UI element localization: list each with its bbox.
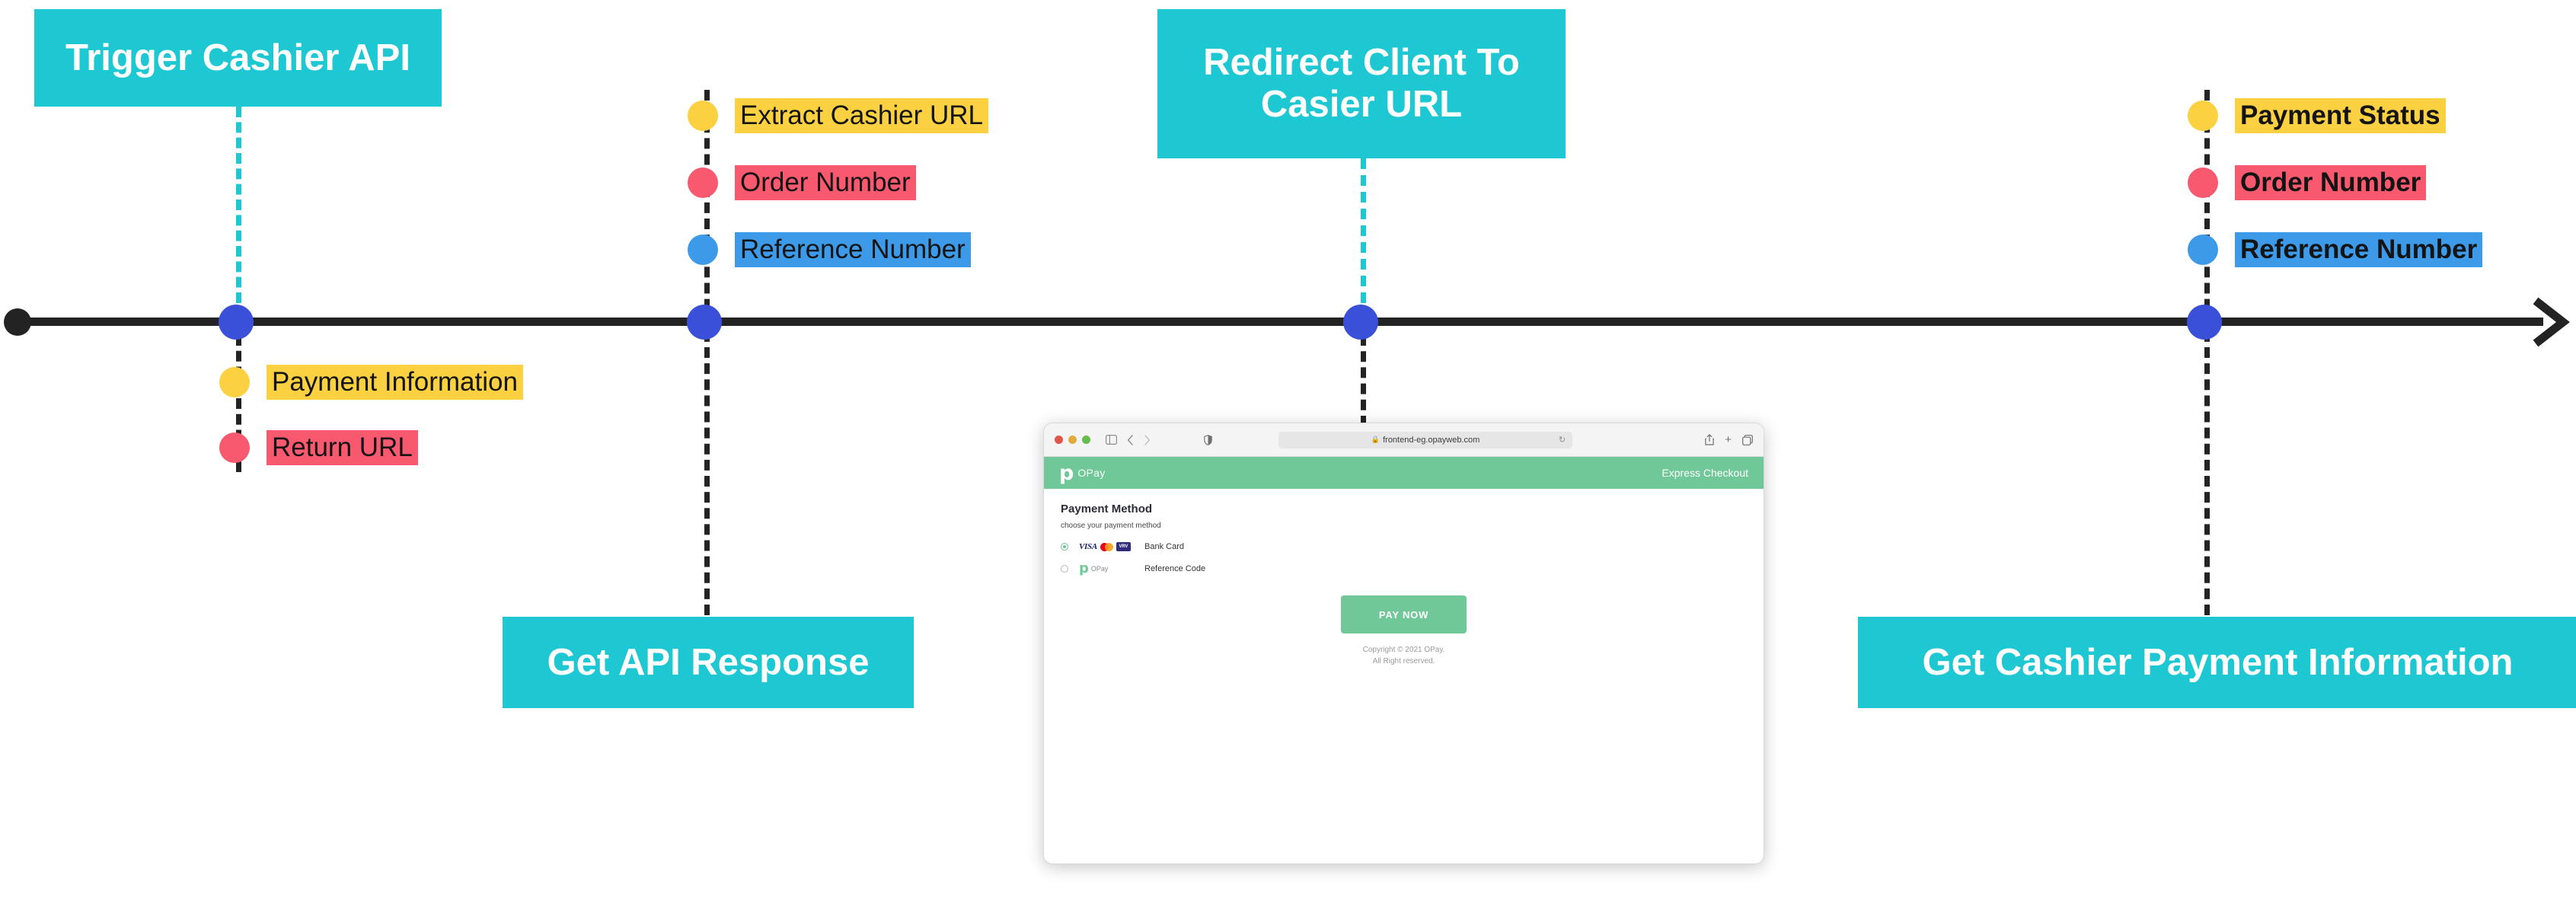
list-item-label: Reference Number — [735, 232, 971, 267]
timeline-node-cashier-info[interactable] — [2187, 305, 2222, 340]
radio-bank-card[interactable] — [1061, 543, 1068, 551]
list-item[interactable]: Order Number — [688, 165, 916, 200]
radio-reference-code[interactable] — [1061, 565, 1068, 573]
timeline-diagram: Trigger Cashier API Redirect Client To C… — [0, 0, 2576, 900]
sidebar-icon[interactable] — [1106, 435, 1117, 445]
browser-toolbar-right: + — [1705, 434, 1753, 445]
copyright-line-1: Copyright © 2021 OPay. — [1362, 646, 1445, 654]
url-text: frontend-eg.opayweb.com — [1383, 435, 1480, 445]
connector-trigger-to-node — [236, 107, 241, 303]
opay-brand-logo: p OPay — [1079, 562, 1144, 576]
opay-logo-text: OPay — [1090, 565, 1109, 573]
status-dot-yellow-icon — [219, 367, 250, 397]
status-dot-yellow-icon — [2188, 101, 2218, 131]
browser-window-mockup: 🔒 frontend-eg.opayweb.com ↻ + p OPay Exp… — [1043, 423, 1764, 864]
payment-method-subtitle: choose your payment method — [1061, 522, 1161, 530]
stage-label: Redirect Client To Casier URL — [1203, 42, 1520, 125]
forward-chevron-icon[interactable] — [1144, 434, 1151, 445]
status-dot-pink-icon — [219, 432, 250, 463]
visa-logo-icon: VISA — [1079, 542, 1097, 551]
minimize-yellow-icon[interactable] — [1068, 436, 1077, 444]
payment-option-label: Reference Code — [1144, 564, 1206, 573]
list-item[interactable]: Reference Number — [2188, 232, 2483, 267]
status-dot-pink-icon — [2188, 168, 2218, 198]
status-dot-yellow-icon — [688, 101, 718, 131]
status-dot-blue-icon — [2188, 235, 2218, 265]
stage-box-trigger-cashier-api[interactable]: Trigger Cashier API — [34, 9, 442, 107]
list-item-label: Order Number — [735, 165, 916, 200]
payment-method-title: Payment Method — [1061, 503, 1153, 515]
shield-icon[interactable] — [1204, 434, 1212, 445]
reload-icon[interactable]: ↻ — [1559, 435, 1566, 445]
list-item-label: Extract Cashier URL — [735, 98, 988, 133]
browser-toolbar: 🔒 frontend-eg.opayweb.com ↻ + — [1044, 423, 1764, 457]
payment-option-bank-card[interactable]: VISA VRV Bank Card — [1061, 542, 1747, 551]
verve-logo-icon: VRV — [1116, 542, 1131, 551]
opay-logo-mark: p — [1059, 461, 1074, 485]
stage-label: Trigger Cashier API — [65, 37, 410, 78]
zoom-green-icon[interactable] — [1082, 436, 1090, 444]
list-item[interactable]: Reference Number — [688, 232, 971, 267]
address-bar[interactable]: 🔒 frontend-eg.opayweb.com ↻ — [1278, 431, 1573, 448]
share-icon[interactable] — [1705, 434, 1714, 445]
mastercard-logo-icon — [1100, 542, 1113, 551]
lock-icon: 🔒 — [1371, 436, 1381, 443]
connector-node-to-browser — [1361, 335, 1366, 426]
stage-box-redirect-client[interactable]: Redirect Client To Casier URL — [1157, 9, 1566, 158]
timeline-node-trigger[interactable] — [219, 305, 254, 340]
close-red-icon[interactable] — [1055, 436, 1063, 444]
list-item-label: Payment Information — [267, 365, 523, 400]
status-dot-pink-icon — [688, 168, 718, 198]
opay-logo-text: OPay — [1077, 467, 1106, 479]
status-dot-blue-icon — [688, 235, 718, 265]
stage-box-get-cashier-payment-information[interactable]: Get Cashier Payment Information — [1858, 617, 2576, 708]
back-chevron-icon[interactable] — [1127, 434, 1134, 445]
stage-label: Get API Response — [547, 641, 870, 683]
tab-overview-icon[interactable] — [1742, 434, 1753, 445]
list-item-label: Payment Status — [2235, 98, 2446, 133]
pay-now-button[interactable]: PAY NOW — [1341, 595, 1467, 634]
new-tab-icon[interactable]: + — [1725, 434, 1732, 445]
timeline-node-api-response[interactable] — [687, 305, 722, 340]
payment-option-label: Bank Card — [1144, 542, 1184, 551]
list-item-label: Order Number — [2235, 165, 2427, 200]
opay-logo: p OPay — [1059, 463, 1106, 484]
payment-option-reference-code[interactable]: p OPay Reference Code — [1061, 562, 1747, 576]
connector-redirect-to-node — [1361, 158, 1366, 303]
copyright-notice: Copyright © 2021 OPay. All Right reserve… — [1061, 644, 1747, 667]
opay-logo-mark: p — [1079, 560, 1089, 576]
list-item-label: Reference Number — [2235, 232, 2483, 267]
list-item[interactable]: Order Number — [2188, 165, 2427, 200]
list-item[interactable]: Extract Cashier URL — [688, 98, 988, 133]
express-checkout-label: Express Checkout — [1661, 467, 1748, 479]
list-item-label: Return URL — [267, 430, 418, 465]
opay-page-body: Payment Method choose your payment metho… — [1044, 489, 1764, 667]
timeline-arrow-icon — [2513, 293, 2574, 351]
list-item[interactable]: Payment Information — [219, 365, 523, 400]
stage-box-get-api-response[interactable]: Get API Response — [503, 617, 914, 708]
opay-page-header: p OPay Express Checkout — [1044, 457, 1764, 489]
list-item[interactable]: Return URL — [219, 430, 418, 465]
timeline-start-dot — [4, 308, 31, 336]
list-item[interactable]: Payment Status — [2188, 98, 2446, 133]
stage-label: Get Cashier Payment Information — [1922, 641, 2514, 683]
copyright-line-2: All Right reserved. — [1372, 657, 1435, 665]
timeline-node-redirect[interactable] — [1343, 305, 1378, 340]
timeline-axis — [15, 318, 2543, 326]
card-brand-logos: VISA VRV — [1079, 542, 1144, 551]
